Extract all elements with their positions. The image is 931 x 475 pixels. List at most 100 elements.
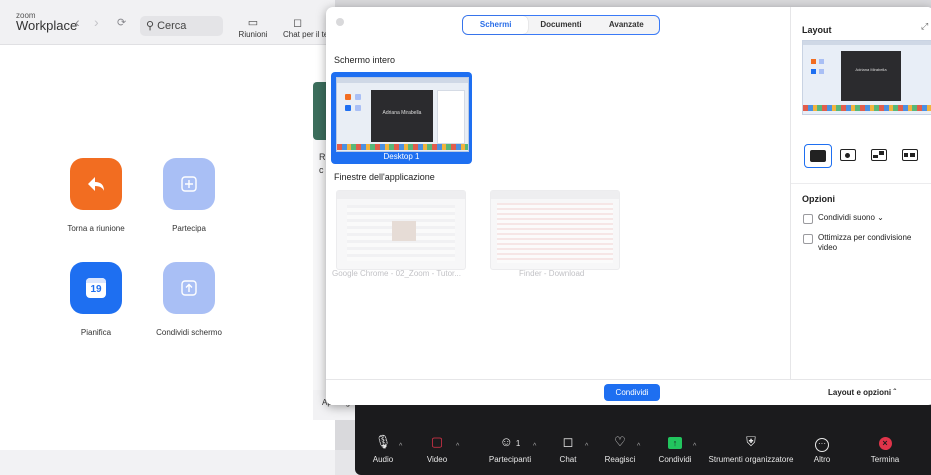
history-icon[interactable]: ⟳ (117, 16, 126, 29)
desktop-1-label: Desktop 1 (383, 152, 420, 161)
microphone-icon: 🎙 (374, 434, 392, 449)
audio-label: Audio (372, 455, 394, 464)
toolbar-audio[interactable]: 🎙 Audio (369, 433, 397, 464)
window-close-dot[interactable] (336, 18, 344, 26)
participants-icon: ☺ 1 (499, 434, 521, 449)
share-screen-tile[interactable] (163, 262, 215, 314)
section-full-screen: Schermo intero (334, 55, 396, 65)
layout-options-link[interactable]: Layout e opzioni ˆ (828, 388, 896, 397)
tab-schermi[interactable]: Schermi (463, 16, 529, 34)
meeting-toolbar: 🎙 Audio ^ ▢ Video ^ ☺ 1 Partecipanti ^ ◻ … (355, 405, 931, 475)
layout-person-icon (840, 149, 856, 161)
share-sound-label: Condividi suono (818, 213, 875, 222)
return-arrow-icon (88, 177, 104, 191)
toolbar-share[interactable]: ↑ Condividi (657, 433, 693, 464)
toolbar-more[interactable]: ··· Altro (808, 433, 836, 464)
nav-riunioni-label: Riunioni (238, 30, 268, 39)
layout-corner-icon (871, 149, 887, 161)
layout-options-label: Layout e opzioni (828, 388, 892, 397)
zoom-main-window: zoom Workplace ‹ › ⟳ ⚲ Cerca ▭ Riunioni ◻… (0, 0, 335, 450)
share-sound-checkbox[interactable] (803, 214, 813, 224)
video-label: Video (426, 455, 448, 464)
video-off-icon: ▢ (430, 434, 444, 449)
tab-avanzate[interactable]: Avanzate (594, 16, 659, 34)
chat-caret-icon[interactable]: ^ (585, 443, 588, 450)
app-finder-thumbnail[interactable] (490, 190, 620, 270)
toolbar-reactions[interactable]: ♡ Reagisci (603, 433, 637, 464)
share-sound-row: Condividi suono ⌄ (818, 213, 884, 223)
more-label: Altro (813, 455, 831, 464)
video-icon: ▭ (247, 17, 259, 29)
app-chrome-label: Google Chrome - 02_Zoom - Tutor... (332, 269, 461, 278)
toolbar-end[interactable]: × Termina (868, 433, 902, 464)
end-icon: × (868, 433, 902, 451)
layout-title: Layout (802, 25, 832, 35)
toolbar-chat[interactable]: ◻ Chat (554, 433, 582, 464)
layout-preview: Adriana Mirabella (802, 40, 931, 115)
zoom-logo: zoom Workplace (16, 11, 78, 33)
layout-full-icon (810, 150, 826, 162)
panel-divider (791, 183, 931, 184)
expand-icon[interactable]: ⤢ (921, 21, 928, 32)
video-caret-icon[interactable]: ^ (456, 443, 459, 450)
chat-label: Chat (559, 455, 577, 464)
end-label: Termina (870, 455, 900, 464)
section-app-windows: Finestre dell'applicazione (334, 172, 435, 182)
layout-option-4[interactable] (897, 144, 923, 166)
layout-thumb-name: Adriana Mirabella (855, 67, 887, 72)
search-icon: ⚲ (146, 20, 155, 32)
share-caret-icon[interactable]: ^ (693, 443, 696, 450)
share-tabs: Schermi Documenti Avanzate (462, 15, 660, 35)
chat-icon: ◻ (562, 434, 574, 449)
reactions-label: Reagisci (604, 455, 636, 464)
search-placeholder: Cerca (157, 20, 187, 32)
nav-riunioni[interactable]: ▭ Riunioni (233, 16, 273, 39)
chevron-down-icon[interactable]: ⌄ (877, 213, 884, 222)
options-title: Opzioni (802, 194, 835, 204)
share-label: Condividi (658, 455, 692, 464)
share-button[interactable]: Condividi (604, 384, 660, 401)
logo-big-text: Workplace (16, 18, 78, 33)
host-tools-label: Strumenti organizzatore (708, 455, 794, 464)
optimize-video-checkbox[interactable] (803, 234, 813, 244)
layout-panel: Layout ⤢ Adriana Mirabella Opzioni Condi… (790, 7, 931, 379)
shield-icon: ⛨ (746, 434, 756, 449)
calendar-icon: 19 (86, 278, 106, 298)
join-label: Partecipa (172, 224, 206, 233)
layout-option-2[interactable] (835, 144, 861, 166)
app-finder-label: Finder - Download (519, 269, 585, 278)
optimize-video-label: Ottimizza per condivisione video (818, 233, 912, 252)
search-input[interactable]: ⚲ Cerca (140, 16, 223, 36)
forward-icon[interactable]: › (94, 14, 99, 30)
toolbar-host-tools[interactable]: ⛨ Strumenti organizzatore (705, 433, 797, 464)
participants-caret-icon[interactable]: ^ (533, 443, 536, 450)
app-chrome-thumbnail[interactable] (336, 190, 466, 270)
participants-label: Partecipanti (488, 455, 532, 464)
heart-icon: ♡ (614, 434, 626, 449)
zoom-top-bar: zoom Workplace ‹ › ⟳ ⚲ Cerca ▭ Riunioni ◻… (0, 0, 335, 45)
join-button[interactable] (163, 158, 215, 210)
layout-option-full[interactable] (804, 144, 832, 168)
layout-side-icon (902, 149, 918, 161)
share-icon: ↑ (657, 433, 693, 451)
upload-arrow-icon (181, 280, 197, 296)
toolbar-participants[interactable]: ☺ 1 Partecipanti (485, 433, 535, 464)
back-icon[interactable]: ‹ (75, 14, 80, 30)
reactions-caret-icon[interactable]: ^ (637, 443, 640, 450)
tab-documenti[interactable]: Documenti (528, 16, 593, 34)
share-screen-dialog: Schermi Documenti Avanzate Schermo inter… (326, 7, 931, 405)
side-letter-c: c (319, 165, 324, 175)
toolbar-video[interactable]: ▢ Video (423, 433, 451, 464)
schedule-button[interactable]: 19 (70, 262, 122, 314)
layout-option-3[interactable] (866, 144, 892, 166)
desktop-1-thumbnail: Adriana Mirabella (336, 77, 469, 152)
zoom-window-bottom (0, 450, 335, 475)
caret-up-icon: ˆ (893, 388, 897, 397)
more-icon: ··· (808, 433, 836, 452)
participants-count: 1 (515, 439, 521, 448)
side-letter-r: R (319, 152, 326, 162)
audio-caret-icon[interactable]: ^ (399, 443, 402, 450)
return-meeting-button[interactable] (70, 158, 122, 210)
nav-chat-label: Chat per il te (283, 30, 329, 39)
share-screen-label: Condividi schermo (156, 328, 222, 337)
